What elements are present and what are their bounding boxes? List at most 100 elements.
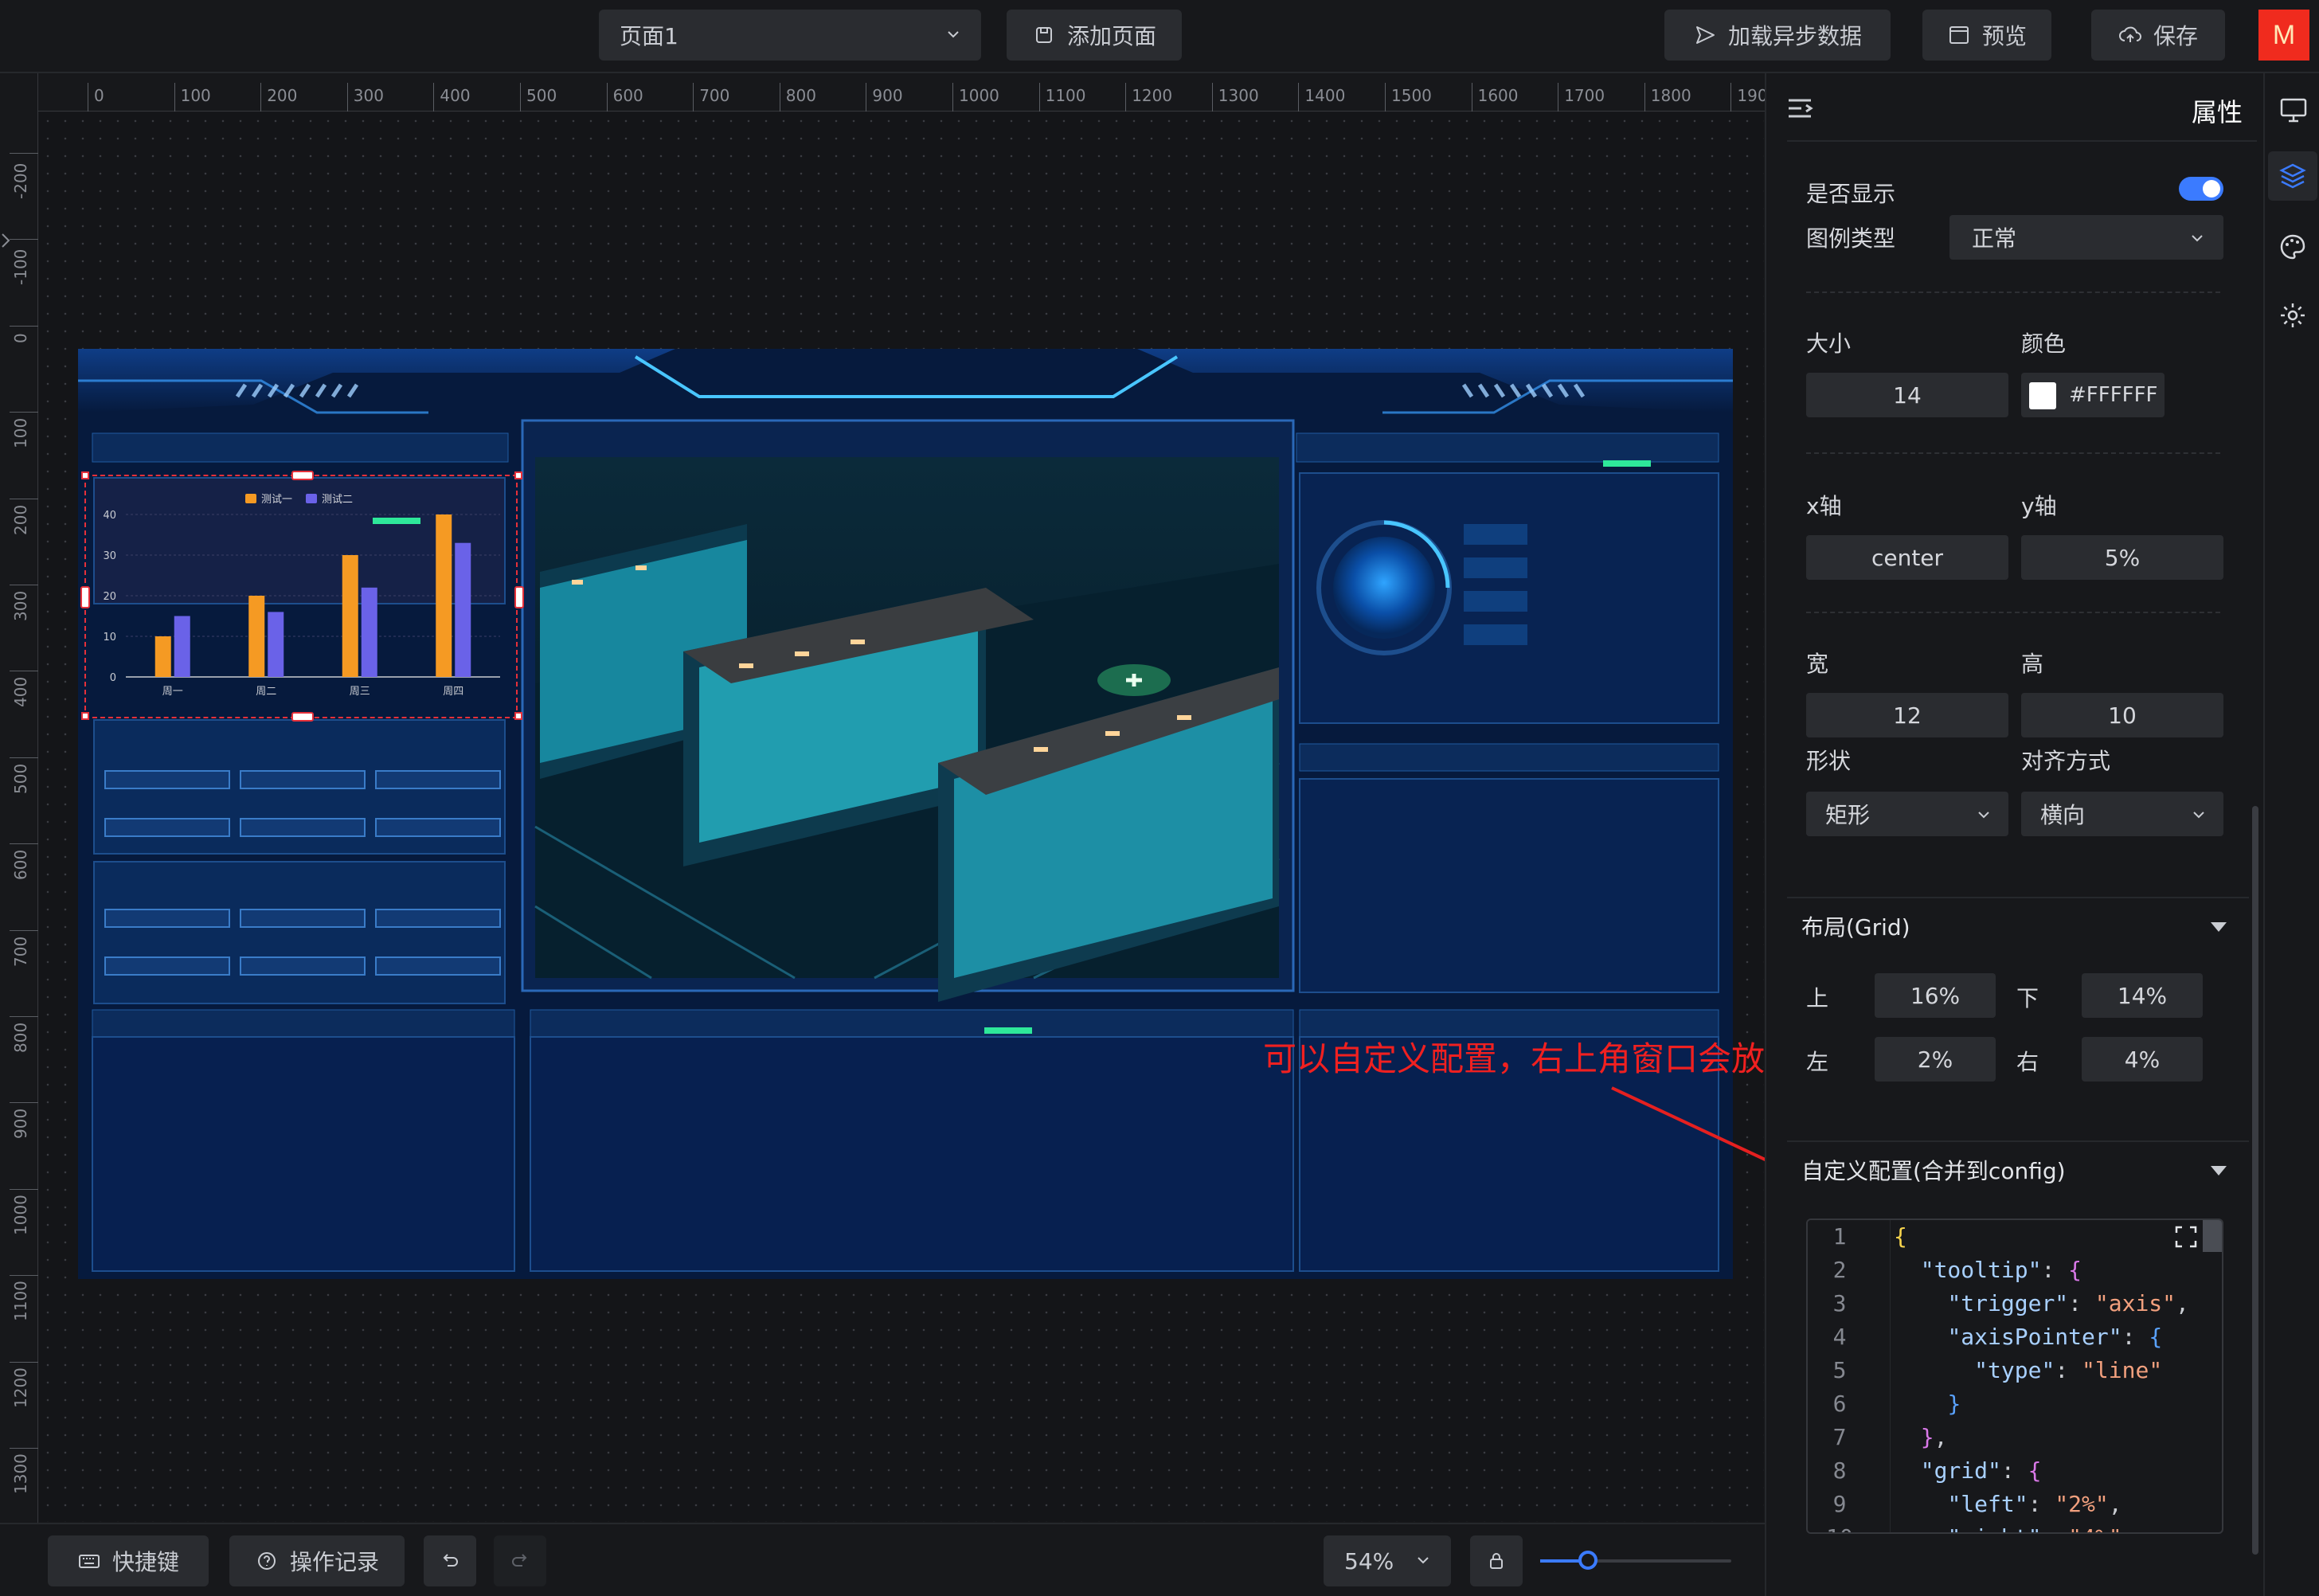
undo-button[interactable]	[424, 1535, 476, 1586]
bar-chart-component[interactable]: 0 10 20 30 40 周一 周二 周三 周四 测试一 测试二	[80, 471, 524, 722]
add-page-button[interactable]: 添加页面	[1007, 10, 1182, 61]
expand-left-icon[interactable]	[0, 231, 11, 250]
chart-legend-marker	[245, 494, 256, 503]
palette-icon[interactable]	[2278, 233, 2307, 261]
grid-right-input[interactable]: 4%	[2082, 1037, 2203, 1082]
redo-icon	[512, 1554, 527, 1567]
grid-top-label: 上	[1806, 985, 1829, 1011]
ruler-tick-label: 1500	[1391, 86, 1432, 105]
lock-button[interactable]	[1470, 1535, 1523, 1586]
redo-button[interactable]	[494, 1535, 546, 1586]
ruler-tick	[10, 239, 38, 241]
resize-handle-bottom[interactable]	[291, 712, 314, 722]
ruler-tick	[10, 1275, 38, 1277]
align-select[interactable]: 横向	[2021, 792, 2223, 836]
ruler-tick	[1298, 83, 1300, 111]
height-input[interactable]: 10	[2021, 693, 2223, 737]
collapse-triangle-icon	[2211, 1166, 2227, 1175]
ruler-tick-label: 1300	[1218, 86, 1259, 105]
cloud-upload-icon	[2118, 26, 2141, 42]
shortcuts-button[interactable]: 快捷键	[48, 1535, 209, 1586]
chart-bar	[174, 616, 190, 677]
ruler-tick	[10, 929, 38, 931]
fullscreen-icon[interactable]	[2174, 1225, 2198, 1249]
bar-chart: 0 10 20 30 40 周一 周二 周三 周四 测试一 测试二	[103, 494, 500, 698]
resize-handle-corner[interactable]	[514, 471, 522, 479]
shape-select[interactable]: 矩形	[1806, 792, 2008, 836]
align-value: 横向	[2040, 802, 2086, 828]
chart-xtick-label: 周一	[162, 686, 183, 698]
menu-fold-icon[interactable]	[1787, 97, 1814, 121]
ruler-tick	[10, 325, 38, 327]
ruler-tick-label: 900	[11, 1109, 30, 1140]
json-code-editor[interactable]: 1 2 3 4 5 6 7 8 9 10 { "tooltip": { "tri…	[1806, 1219, 2223, 1534]
ruler-tick	[1730, 83, 1732, 111]
page-select[interactable]: 页面1	[599, 10, 981, 61]
gear-icon[interactable]	[2278, 301, 2307, 330]
zoom-slider[interactable]	[1540, 1551, 1731, 1570]
divider	[1806, 452, 2220, 454]
save-button[interactable]: 保存	[2091, 10, 2225, 61]
resize-handle-left[interactable]	[80, 586, 90, 608]
load-async-data-button[interactable]: 加载异步数据	[1664, 10, 1891, 61]
zoom-slider-handle[interactable]	[1578, 1551, 1597, 1570]
y-axis-input[interactable]: 5%	[2021, 535, 2223, 580]
size-input[interactable]: 14	[1806, 373, 2008, 417]
history-button[interactable]: 操作记录	[229, 1535, 405, 1586]
line-number: 5	[1832, 1357, 1847, 1383]
grid-left-input[interactable]: 2%	[1875, 1037, 1996, 1082]
grid-bottom-input[interactable]: 14%	[2082, 973, 2203, 1018]
dashboard-screen[interactable]: 0 10 20 30 40 周一 周二 周三 周四 测试一 测试二	[78, 349, 1733, 1279]
grid-section-header[interactable]: 布局(Grid)	[1787, 897, 2249, 954]
code-line: "grid": {	[1920, 1457, 2042, 1484]
resize-handle-corner[interactable]	[514, 712, 522, 720]
width-input[interactable]: 12	[1806, 693, 2008, 737]
ruler-tick-label: 700	[699, 86, 730, 105]
chart-bar	[154, 636, 171, 677]
resize-handle-right[interactable]	[514, 586, 524, 608]
ruler-tick-label: 600	[612, 86, 643, 105]
ruler-tick	[1644, 83, 1645, 111]
ruler-tick	[1385, 83, 1386, 111]
custom-config-section-header[interactable]: 自定义配置(合并到config)	[1787, 1140, 2249, 1198]
panel-scrollbar[interactable]	[2252, 806, 2258, 1555]
code-line: "axisPointer": {	[1947, 1324, 2163, 1350]
ruler-tick-label: 700	[11, 936, 30, 967]
layers-tab[interactable]	[2268, 151, 2317, 201]
ruler-tick	[1125, 83, 1127, 111]
ruler-top[interactable]: 0 100 200 300 400 500 600 700 800 900 1000 1100 1200…	[16, 73, 1777, 111]
show-toggle[interactable]	[2179, 177, 2223, 201]
ruler-left[interactable]: -200 -100 0 100 200 300 400 500 600 700 800 900 1000…	[0, 73, 38, 1523]
legend-type-select[interactable]: 正常	[1949, 215, 2223, 260]
avatar[interactable]: M	[2258, 10, 2309, 61]
ruler-tick-label: 300	[11, 590, 30, 621]
send-icon	[1695, 26, 1715, 44]
code-line: "tooltip": {	[1920, 1257, 2082, 1283]
ruler-tick-label: 800	[11, 1022, 30, 1053]
ruler-tick-label: 1600	[1477, 86, 1519, 105]
resize-handle-corner[interactable]	[81, 712, 89, 720]
resize-handle-corner[interactable]	[81, 471, 89, 479]
ruler-tick	[260, 83, 262, 111]
ruler-tick-label: 1300	[11, 1453, 30, 1494]
size-label: 大小	[1806, 331, 1852, 357]
chevron-down-icon	[1418, 1557, 1429, 1564]
chevron-down-icon	[948, 31, 959, 38]
show-label: 是否显示	[1806, 181, 1896, 207]
zoom-select[interactable]: 54%	[1324, 1535, 1451, 1586]
ruler-tick-label: 200	[267, 86, 298, 105]
monitor-icon[interactable]	[2279, 97, 2308, 124]
legend-type-label: 图例类型	[1806, 225, 1896, 252]
preview-button[interactable]: 预览	[1922, 10, 2051, 61]
ruler-tick-label: 800	[785, 86, 816, 105]
ruler-tick-label: 500	[526, 86, 557, 105]
editor-scrollbar[interactable]	[2203, 1220, 2222, 1252]
color-picker[interactable]: #FFFFFF	[2021, 373, 2165, 417]
ruler-tick-label: -200	[11, 162, 30, 199]
chart-xtick-label: 周二	[256, 686, 276, 698]
grid-top-input[interactable]: 16%	[1875, 973, 1996, 1018]
resize-handle-top[interactable]	[291, 471, 314, 480]
window-icon	[1949, 26, 1969, 44]
properties-panel: 属性 是否显示 图例类型 正常 大小 颜色 14 #FFFFFF x轴 y轴 c…	[1765, 73, 2263, 1596]
x-axis-input[interactable]: center	[1806, 535, 2008, 580]
